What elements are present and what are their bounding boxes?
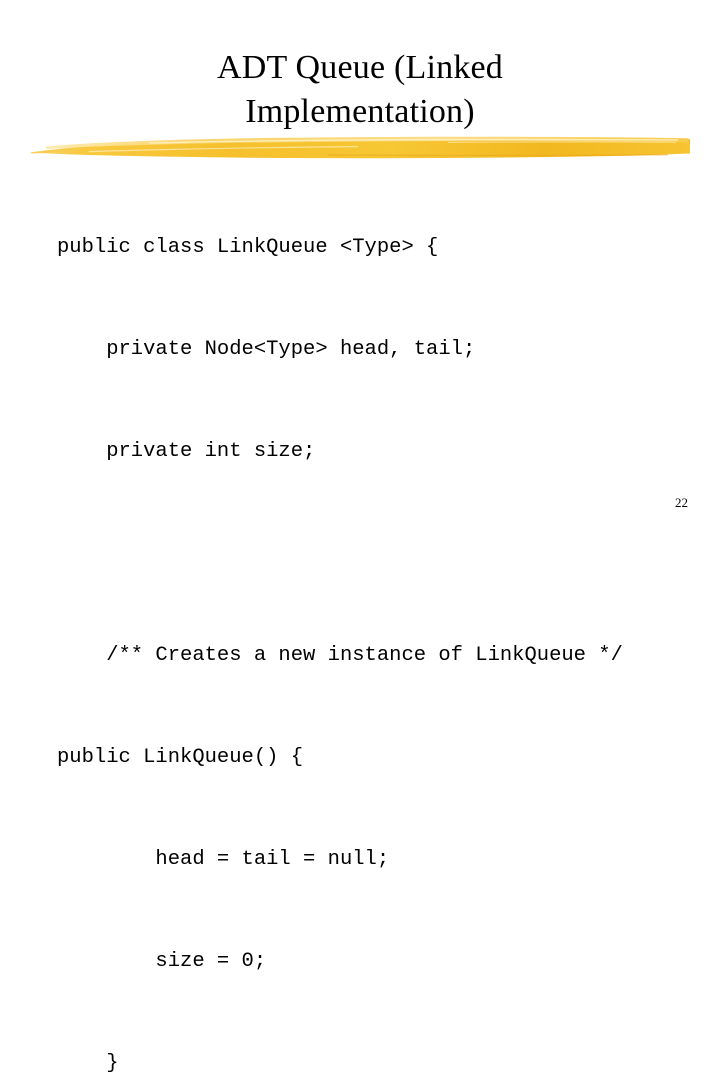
yellow-brushstroke-divider	[28, 130, 692, 164]
code-line: private int size;	[57, 440, 316, 463]
code-line: private Node<Type> head, tail;	[57, 338, 476, 361]
code-line-comment: /** Creates a new instance of LinkQueue …	[57, 644, 623, 667]
code-line: size = 0;	[57, 950, 267, 973]
code-block: public class LinkQueue <Type> { private …	[57, 163, 697, 1080]
page-number: 22	[675, 495, 688, 510]
code-line: public class LinkQueue <Type> {	[57, 236, 439, 259]
code-line: head = tail = null;	[57, 848, 390, 871]
slide-canvas: ADT Queue (Linked Implementation) public…	[0, 0, 720, 1075]
code-line: }	[57, 1052, 119, 1075]
code-line: public LinkQueue() {	[57, 746, 304, 769]
page-title: ADT Queue (Linked Implementation)	[216, 49, 504, 130]
